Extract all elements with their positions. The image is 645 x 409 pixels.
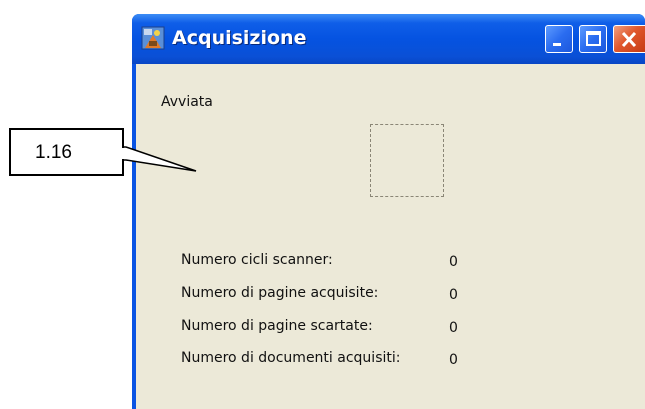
stat-label-documents-acquired: Numero di documenti acquisiti: <box>181 350 401 366</box>
window-client-area: Avviata Numero cicli scanner: 0 Numero d… <box>136 64 645 409</box>
maximize-icon <box>586 31 601 46</box>
callout-box: 1.16 <box>9 128 124 176</box>
callout-label: 1.16 <box>35 142 72 163</box>
minimize-button[interactable] <box>545 25 573 53</box>
acquisition-window: Acquisizione Avviata Numero cicli scanne… <box>132 14 645 409</box>
stat-value-pages-discarded: 0 <box>449 320 458 336</box>
maximize-button[interactable] <box>579 25 607 53</box>
screenshot-stage: Acquisizione Avviata Numero cicli scanne… <box>0 0 645 409</box>
stat-label-scanner-cycles: Numero cicli scanner: <box>181 252 333 268</box>
stat-label-pages-discarded: Numero di pagine scartate: <box>181 318 373 334</box>
close-icon <box>621 31 637 48</box>
stat-label-pages-acquired: Numero di pagine acquisite: <box>181 285 379 301</box>
stat-value-pages-acquired: 0 <box>449 287 458 303</box>
title-bar[interactable]: Acquisizione <box>132 14 645 64</box>
window-title: Acquisizione <box>172 27 307 49</box>
scanner-app-icon <box>141 26 165 50</box>
close-button[interactable] <box>613 25 645 53</box>
stat-value-documents-acquired: 0 <box>449 352 458 368</box>
scan-preview-placeholder <box>370 124 444 197</box>
stat-value-scanner-cycles: 0 <box>449 254 458 270</box>
minimize-icon <box>553 43 561 46</box>
status-label: Avviata <box>161 94 213 110</box>
